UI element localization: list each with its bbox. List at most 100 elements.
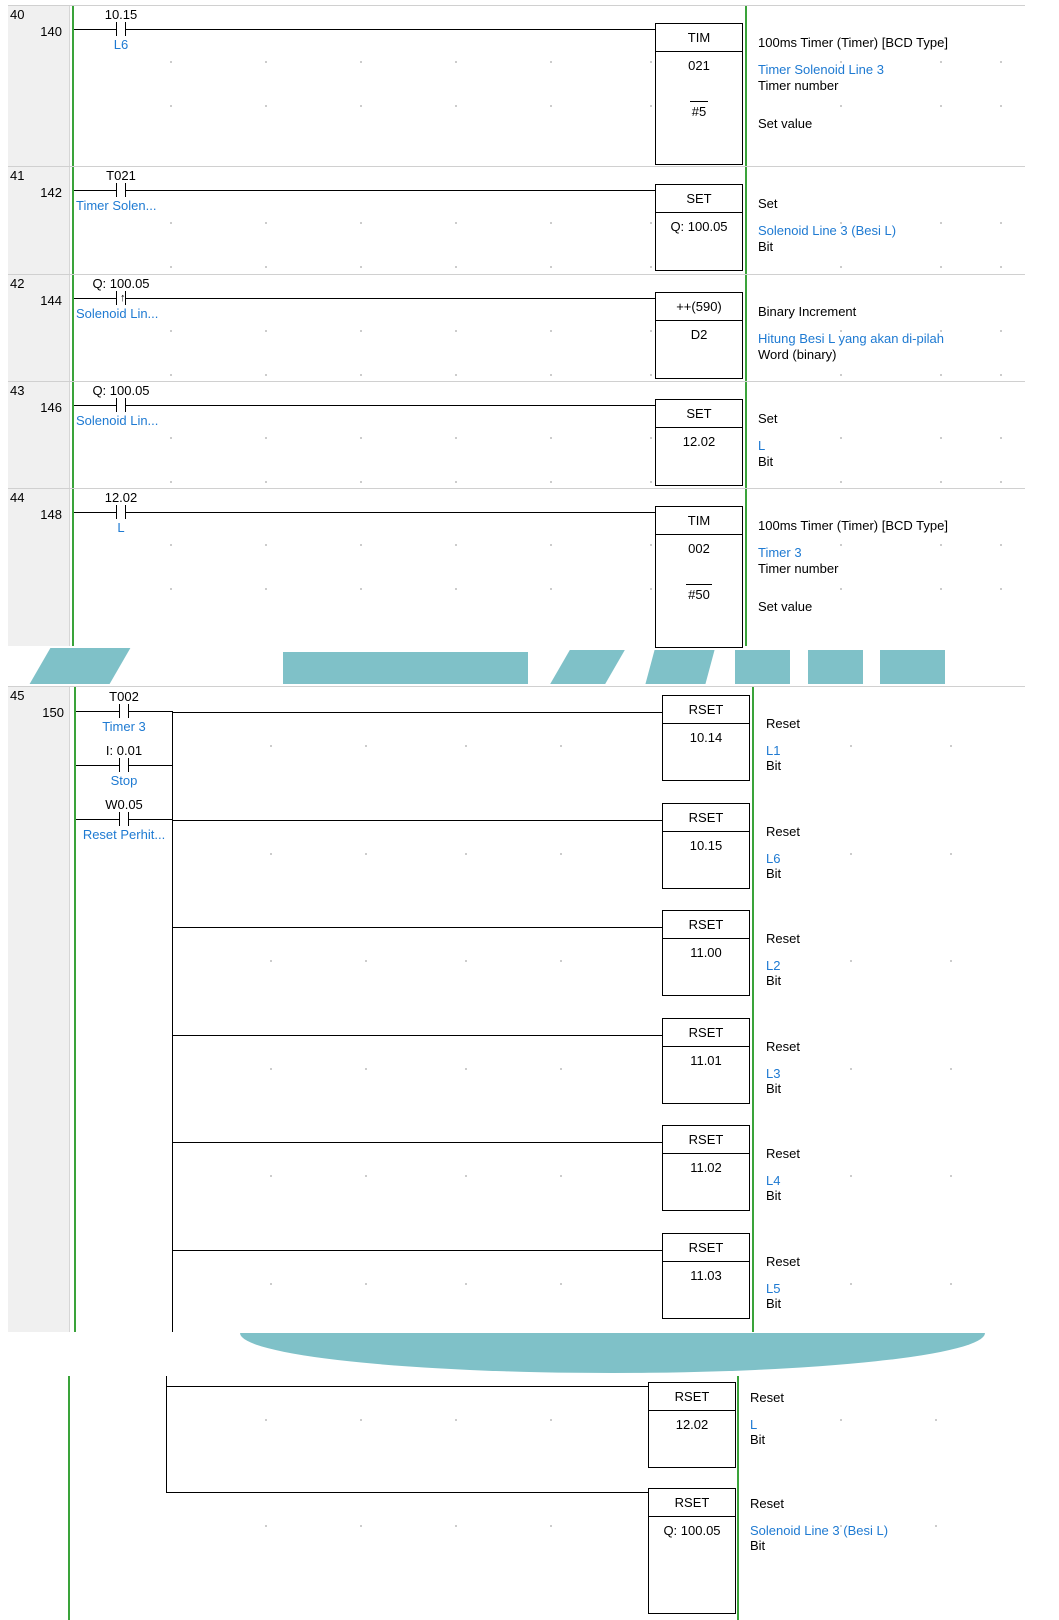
grid-dot	[360, 481, 362, 483]
grid-dot	[360, 266, 362, 268]
watermark-band	[735, 650, 790, 684]
grid-dot	[360, 374, 362, 376]
grid-dot	[650, 437, 652, 439]
rset-instruction-box[interactable]: RSET Q: 100.05	[648, 1488, 736, 1614]
grid-dot	[550, 374, 552, 376]
operand-description: Bit	[766, 1081, 782, 1096]
grid-dot	[170, 266, 172, 268]
grid-dot	[940, 266, 942, 268]
rset-instruction-box[interactable]: RSET 11.02	[662, 1125, 750, 1211]
rung-number-gutter	[8, 5, 70, 646]
rset-instruction-box[interactable]: RSET 11.03	[662, 1233, 750, 1319]
rung-number: 43	[10, 383, 25, 398]
right-power-rail	[745, 5, 747, 646]
instruction-mnemonic: RSET	[649, 1489, 735, 1517]
grid-dot	[455, 266, 457, 268]
wire-left	[76, 711, 112, 712]
rset-instruction-box[interactable]: RSET 11.00	[662, 910, 750, 996]
instruction-box[interactable]: SET Q: 100.05	[655, 184, 743, 271]
grid-dot	[940, 61, 942, 63]
wire-right	[133, 190, 655, 191]
grid-dot	[170, 105, 172, 107]
grid-dot	[840, 330, 842, 332]
grid-dot	[650, 374, 652, 376]
operand-description: Bit	[766, 1296, 782, 1311]
watermark-band	[550, 650, 625, 684]
instruction-operand: 11.02	[690, 1160, 722, 1175]
instruction-box[interactable]: SET 12.02	[655, 399, 743, 486]
grid-dot	[265, 61, 267, 63]
contact-address: W0.05	[105, 797, 143, 812]
grid-dot	[270, 960, 272, 962]
no-contact[interactable]	[112, 758, 136, 772]
grid-dot	[840, 374, 842, 376]
grid-dot	[360, 222, 362, 224]
operand-symbol: Timer Solenoid Line 3	[758, 62, 884, 77]
contact-address: T002	[109, 689, 139, 704]
set-value-operand: #50	[686, 584, 712, 605]
grid-dot	[360, 1525, 362, 1527]
grid-dot	[270, 1283, 272, 1285]
grid-dot	[840, 544, 842, 546]
instruction-box[interactable]: TIM 021 #5	[655, 23, 743, 165]
grid-dot	[650, 481, 652, 483]
grid-dot	[560, 1175, 562, 1177]
rset-instruction-box[interactable]: RSET 10.15	[662, 803, 750, 889]
grid-dot	[940, 105, 942, 107]
step-number: 140	[40, 24, 62, 39]
operand-symbol: L1	[766, 743, 781, 758]
grid-dot	[840, 437, 842, 439]
grid-dot	[360, 437, 362, 439]
no-contact[interactable]	[109, 398, 133, 412]
grid-dot	[560, 745, 562, 747]
grid-dot	[650, 222, 652, 224]
grid-dot	[270, 853, 272, 855]
rung-number: 40	[10, 7, 25, 22]
rset-instruction-box[interactable]: RSET 10.14	[662, 695, 750, 781]
instruction-mnemonic: RSET	[663, 1019, 749, 1047]
wire-right	[133, 405, 655, 406]
grid-dot	[935, 1419, 937, 1421]
instruction-operand: 10.15	[689, 838, 723, 853]
instruction-operand: 11.01	[690, 1053, 722, 1068]
instruction-operand: 12.02	[682, 434, 716, 449]
instruction-mnemonic: TIM	[656, 24, 742, 52]
no-contact[interactable]	[109, 505, 133, 519]
grid-dot	[455, 330, 457, 332]
grid-dot	[840, 222, 842, 224]
instruction-comment: Set	[758, 411, 778, 426]
wire-right	[133, 298, 655, 299]
instruction-box[interactable]: ++(590) D2	[655, 292, 743, 379]
no-contact[interactable]	[109, 22, 133, 36]
rset-instruction-box[interactable]: RSET 12.02	[648, 1382, 736, 1468]
grid-dot	[650, 330, 652, 332]
no-contact[interactable]	[109, 183, 133, 197]
step-number: 144	[40, 293, 62, 308]
instruction-comment: 100ms Timer (Timer) [BCD Type]	[758, 35, 948, 50]
grid-dot	[560, 1068, 562, 1070]
grid-dot	[170, 222, 172, 224]
contact-symbol: Timer 3	[102, 719, 146, 734]
no-contact[interactable]	[112, 704, 136, 718]
grid-dot	[1000, 437, 1002, 439]
contact-symbol: Solenoid Lin...	[76, 306, 159, 321]
operand-description: Timer number	[758, 78, 839, 93]
rising-edge-contact[interactable]: ↑	[109, 291, 133, 305]
operand-description: Bit	[766, 758, 782, 773]
output-wire	[172, 1035, 662, 1036]
rung-number: 42	[10, 276, 25, 291]
instruction-box[interactable]: TIM 002 #50	[655, 506, 743, 648]
instruction-comment: Reset	[766, 716, 800, 731]
output-wire	[172, 927, 662, 928]
grid-dot	[465, 1283, 467, 1285]
instruction-operand: 12.02	[675, 1417, 709, 1432]
grid-dot	[1000, 266, 1002, 268]
grid-dot	[360, 1419, 362, 1421]
contact-symbol: L6	[113, 37, 129, 52]
rset-instruction-box[interactable]: RSET 11.01	[662, 1018, 750, 1104]
output-wire	[166, 1386, 648, 1387]
instruction-mnemonic: RSET	[663, 804, 749, 832]
grid-dot	[650, 61, 652, 63]
no-contact[interactable]	[112, 812, 136, 826]
rung-number: 44	[10, 490, 25, 505]
